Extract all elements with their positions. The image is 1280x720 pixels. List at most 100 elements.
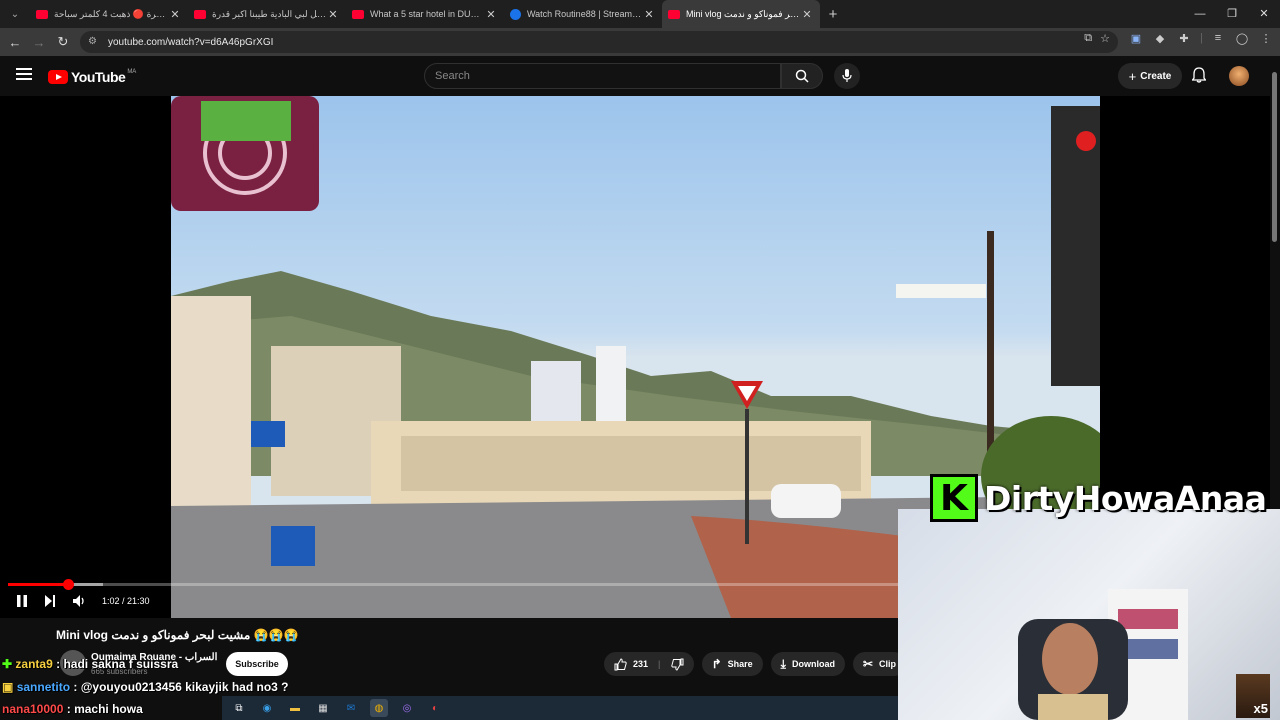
menu-icon[interactable]: ⋮ <box>1258 32 1274 45</box>
taskbar: ⧉ ◉ ▬ ▦ ✉ ◍ ◎ ◐ <box>222 696 898 720</box>
streamable-icon <box>510 8 521 20</box>
tab-search-button[interactable]: ⌄ <box>4 3 26 25</box>
tab-title: يوم كامل لبي البادية طيبنا اكبر قدرة <box>212 8 326 19</box>
search-input[interactable]: Search <box>424 63 781 89</box>
bookmark-star-icon[interactable]: ☆ <box>1100 32 1110 45</box>
scrubber-handle[interactable] <box>63 579 74 590</box>
close-icon[interactable]: ✕ <box>168 8 182 21</box>
like-dislike-group: 231 | <box>604 652 694 676</box>
address-bar-row: ← → ↻ ⚙ youtube.com/watch?v=d6A46pGrXGI … <box>0 28 1280 56</box>
video-title: Mini vlog مشيت لبحر فموناكو و ندمت 😭😭😭 <box>56 628 299 642</box>
browser-tab[interactable]: Watch Routine88 | Streamable ✕ <box>504 0 662 28</box>
youtube-icon <box>668 9 680 19</box>
install-app-icon[interactable]: ⧉ <box>1084 32 1092 45</box>
chat-message: nana10000 : machi howa <box>2 702 143 716</box>
site-info-icon[interactable]: ⚙ <box>88 36 100 48</box>
reload-icon[interactable]: ↻ <box>51 34 75 50</box>
outlook-icon[interactable]: ✉ <box>342 699 360 717</box>
progress-bar[interactable] <box>8 579 898 590</box>
hamburger-menu-icon[interactable] <box>16 68 32 80</box>
media-icon[interactable]: ≡ <box>1210 32 1226 45</box>
chat-badge-icon: ▣ <box>2 680 14 694</box>
restore-icon[interactable]: ❐ <box>1216 0 1248 28</box>
chat-text: : @youyou0213456 kikayjik had no3 ? <box>73 680 289 694</box>
share-button[interactable]: ↱ Share <box>701 652 763 676</box>
share-icon: ↱ <box>711 657 722 671</box>
browser-tab[interactable]: مغامرة 🔴 ذهبت 4 كلمتر سباحة 🔥 ✕ <box>30 0 188 28</box>
share-label: Share <box>727 659 753 669</box>
youtube-icon <box>194 9 206 19</box>
streamer-name: DirtyHowaAnaa <box>984 478 1267 518</box>
browser-tab-bar: ⌄ مغامرة 🔴 ذهبت 4 كلمتر سباحة 🔥 ✕ يوم كا… <box>0 0 1280 28</box>
next-icon[interactable] <box>44 594 56 608</box>
browser-tab-active[interactable]: Mini vlog مشيت لبحر فموناكو و ندمت ✕ <box>662 0 820 28</box>
browser-tab[interactable]: يوم كامل لبي البادية طيبنا اكبر قدرة ✕ <box>188 0 346 28</box>
separator: | <box>1200 32 1203 44</box>
chrome-icon[interactable]: ◍ <box>370 699 388 717</box>
like-count[interactable]: 231 <box>633 659 648 669</box>
edge-icon[interactable]: ◉ <box>258 699 276 717</box>
streamer-label: K DirtyHowaAnaa <box>930 474 1267 522</box>
webcam-scene <box>1018 589 1188 720</box>
translate-icon[interactable]: ▣ <box>1128 32 1144 45</box>
badge-count: x5 <box>1253 701 1268 716</box>
download-label: Download <box>791 659 835 669</box>
youtube-header: YouTube MA Search + Create <box>0 56 1280 96</box>
new-tab-button[interactable]: + <box>820 6 846 23</box>
youtube-icon <box>352 9 364 19</box>
file-explorer-icon[interactable]: ▬ <box>286 699 304 717</box>
close-icon[interactable]: ✕ <box>642 8 656 21</box>
youtube-logo[interactable]: YouTube MA <box>48 69 136 85</box>
search-icon <box>795 69 809 83</box>
obs-icon[interactable]: ◐ <box>426 699 444 717</box>
extension-icon[interactable]: ◆ <box>1152 32 1168 45</box>
url-field[interactable]: ⚙ youtube.com/watch?v=d6A46pGrXGI <box>80 31 1118 53</box>
app-icon[interactable]: ◎ <box>398 699 416 717</box>
tab-title: Watch Routine88 | Streamable <box>527 9 642 19</box>
subscribe-button[interactable]: Subscribe <box>226 652 288 676</box>
download-button[interactable]: ⤓ Download <box>770 652 845 676</box>
close-window-icon[interactable]: ✕ <box>1248 0 1280 28</box>
pause-icon[interactable] <box>16 594 28 608</box>
volume-icon[interactable] <box>72 594 86 608</box>
microphone-icon <box>842 69 852 82</box>
puzzle-icon[interactable]: ✚ <box>1176 32 1192 45</box>
kick-logo-icon: K <box>930 474 978 522</box>
close-icon[interactable]: ✕ <box>326 8 340 21</box>
back-icon[interactable]: ← <box>3 35 27 50</box>
close-icon[interactable]: ✕ <box>800 8 814 21</box>
time-display: 1:02 / 21:30 <box>102 596 150 606</box>
scrollbar-thumb[interactable] <box>1272 72 1277 242</box>
notifications-button[interactable] <box>1191 67 1207 88</box>
store-icon[interactable]: ▦ <box>314 699 332 717</box>
profile-icon[interactable]: ◯ <box>1234 32 1250 45</box>
chat-badge-icon: ✚ <box>2 657 13 671</box>
avatar[interactable] <box>1229 66 1249 86</box>
webcam-overlay <box>898 509 1280 720</box>
youtube-icon <box>36 9 48 19</box>
bell-icon <box>1191 67 1207 83</box>
create-button[interactable]: + Create <box>1118 63 1182 89</box>
thumbs-down-icon[interactable] <box>670 658 684 671</box>
clip-label: Clip <box>879 659 897 669</box>
voice-search-button[interactable] <box>834 63 860 89</box>
extensions-area: ▣ ◆ ✚ | ≡ ◯ ⋮ <box>1128 32 1274 45</box>
forward-icon[interactable]: → <box>27 35 51 50</box>
url-text: youtube.com/watch?v=d6A46pGrXGI <box>108 36 274 48</box>
task-view-icon[interactable]: ⧉ <box>230 699 248 717</box>
chat-user: nana10000 <box>2 702 64 716</box>
thumbs-up-icon[interactable] <box>614 657 627 671</box>
chat-message: ▣ sannetito : @youyou0213456 kikayjik ha… <box>2 680 289 694</box>
tab-title: مغامرة 🔴 ذهبت 4 كلمتر سباحة 🔥 <box>54 8 168 19</box>
tab-title: What a 5 star hotel in DUBAI looks like <box>370 9 484 19</box>
plus-icon: + <box>1128 68 1137 84</box>
youtube-wordmark: YouTube <box>71 69 126 85</box>
download-icon: ⤓ <box>780 656 786 671</box>
close-icon[interactable]: ✕ <box>484 8 498 21</box>
create-label: Create <box>1140 70 1172 82</box>
search-button[interactable] <box>781 63 823 89</box>
browser-tab[interactable]: What a 5 star hotel in DUBAI looks like … <box>346 0 504 28</box>
chat-text: : hadi sakna f suissra <box>56 657 179 671</box>
minimize-icon[interactable]: — <box>1184 0 1216 28</box>
emote-badge: x5 <box>1236 674 1270 718</box>
